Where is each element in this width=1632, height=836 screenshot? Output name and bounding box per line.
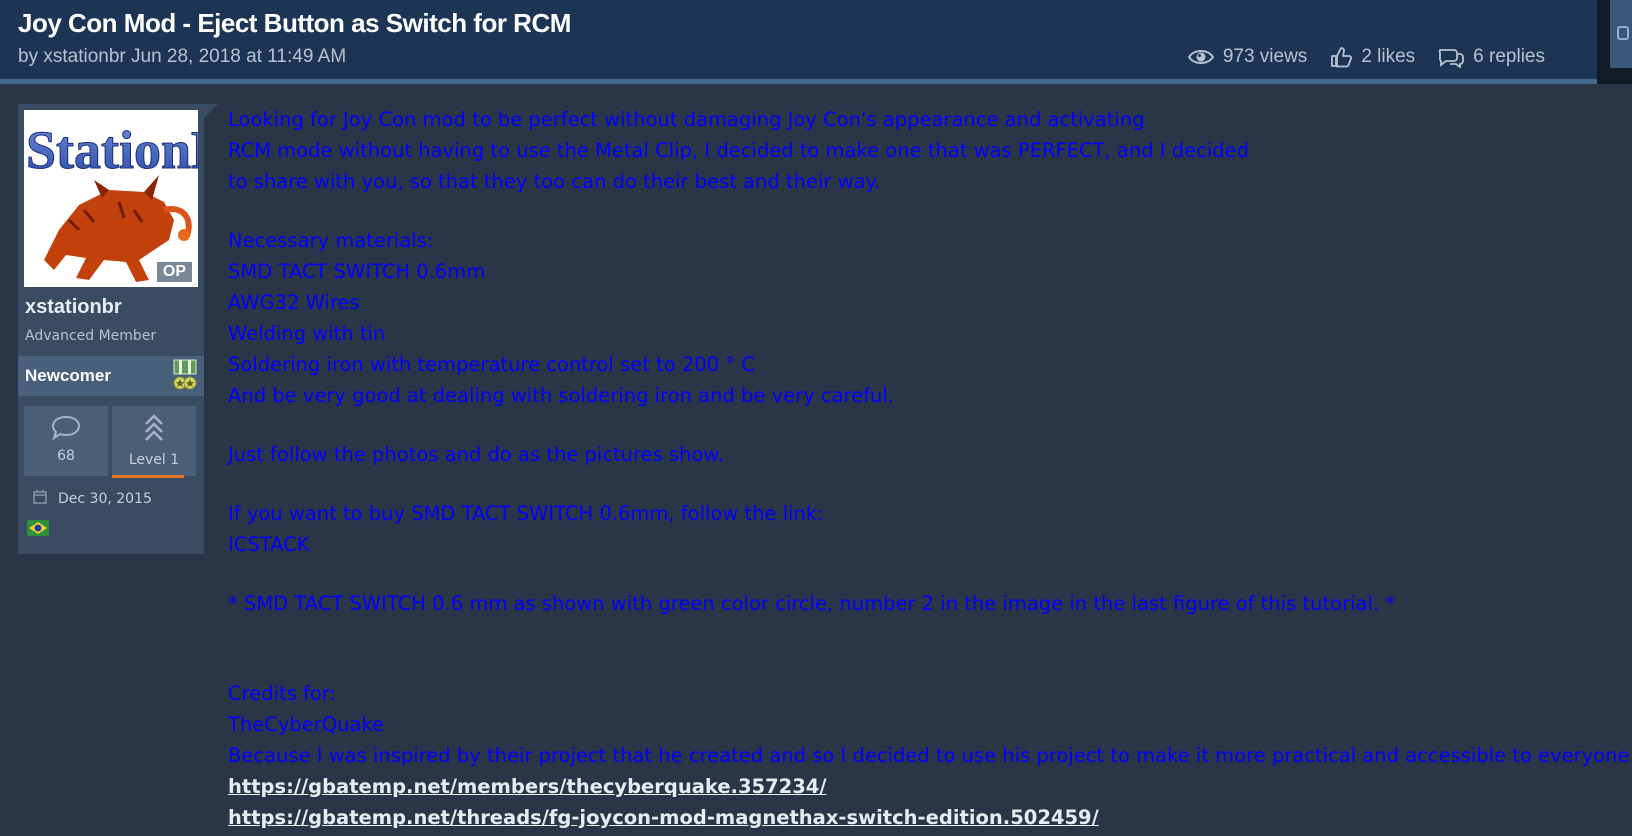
materials-heading: Necessary materials: — [228, 229, 434, 252]
rank-bar: Newcomer — [18, 356, 204, 396]
chevrons-up-icon — [112, 414, 196, 448]
material-item: And be very good at dealing with solderi… — [228, 384, 895, 407]
buy-text: If you want to buy SMD TACT SWITCH 0.6mm… — [228, 502, 824, 525]
credit-link-thread[interactable]: https://gbatemp.net/threads/fg-joycon-mo… — [228, 806, 1099, 829]
panel-arrow — [204, 104, 218, 118]
replies-count: 6 replies — [1473, 46, 1545, 67]
note-text: * SMD TACT SWITCH 0.6 mm as shown with g… — [228, 592, 1396, 615]
likes-count: 2 likes — [1361, 46, 1416, 67]
material-item: AWG32 Wires — [228, 291, 360, 314]
credits-text: Because I was inspired by their project … — [228, 744, 1632, 767]
thread-title: Joy Con Mod - Eject Button as Switch for… — [18, 8, 571, 38]
post-line: RCM mode without having to use the Metal… — [228, 139, 1250, 162]
medal-icon — [172, 359, 198, 397]
material-item: SMD TACT SWITCH 0.6mm — [228, 260, 486, 283]
views-count: 973 views — [1222, 46, 1308, 67]
post-body: Looking for Joy Con mod to be perfect wi… — [228, 104, 1632, 833]
messages-stat[interactable]: 68 — [24, 406, 108, 476]
eye-icon — [1187, 47, 1215, 67]
level-stat[interactable]: Level 1 — [112, 406, 196, 476]
post-line: to share with you, so that they too can … — [228, 170, 881, 193]
brazil-flag-icon — [27, 520, 49, 540]
replies-stat: 6 replies — [1437, 46, 1545, 68]
thread-header: Joy Con Mod - Eject Button as Switch for… — [0, 0, 1597, 84]
instructions-text: Just follow the photos and do as the pic… — [228, 443, 724, 466]
views-stat: 973 views — [1187, 46, 1308, 68]
avatar-image: StationB — [26, 120, 198, 282]
likes-stat: 2 likes — [1329, 45, 1415, 69]
messages-count: 68 — [57, 448, 75, 464]
thread-byline[interactable]: by xstationbr Jun 28, 2018 at 11:49 AM — [18, 46, 346, 68]
join-date: Dec 30, 2015 — [32, 489, 152, 509]
material-item: Soldering iron with temperature control … — [228, 353, 755, 376]
user-title: Advanced Member — [25, 328, 157, 344]
sidebar-toggle[interactable] — [1597, 0, 1632, 84]
level-progress-bar — [112, 475, 184, 478]
username[interactable]: xstationbr — [25, 296, 122, 319]
calendar-icon — [32, 489, 48, 509]
user-panel: StationB OP xstationbr Advanced Member N… — [18, 104, 204, 554]
buy-link[interactable]: ICSTACK — [228, 529, 1632, 560]
credits-heading: Credits for: — [228, 682, 337, 705]
comment-icon — [24, 414, 108, 444]
credits-name: TheCyberQuake — [228, 713, 385, 736]
level-label: Level 1 — [128, 452, 180, 468]
join-date-text: Dec 30, 2015 — [58, 491, 152, 507]
op-badge: OP — [156, 262, 192, 282]
avatar-text: StationB — [26, 120, 198, 180]
rank-label: Newcomer — [25, 366, 111, 385]
panel-icon — [1617, 26, 1629, 40]
post-line: Looking for Joy Con mod to be perfect wi… — [228, 108, 1145, 131]
thread-stats: 973 views 2 likes 6 replies — [1187, 45, 1545, 69]
material-item: Welding with tin — [228, 322, 386, 345]
avatar[interactable]: StationB OP — [24, 110, 198, 287]
speech-bubbles-icon — [1437, 46, 1465, 68]
credit-link-profile[interactable]: https://gbatemp.net/members/thecyberquak… — [228, 775, 827, 798]
thumbs-up-icon — [1329, 45, 1353, 69]
